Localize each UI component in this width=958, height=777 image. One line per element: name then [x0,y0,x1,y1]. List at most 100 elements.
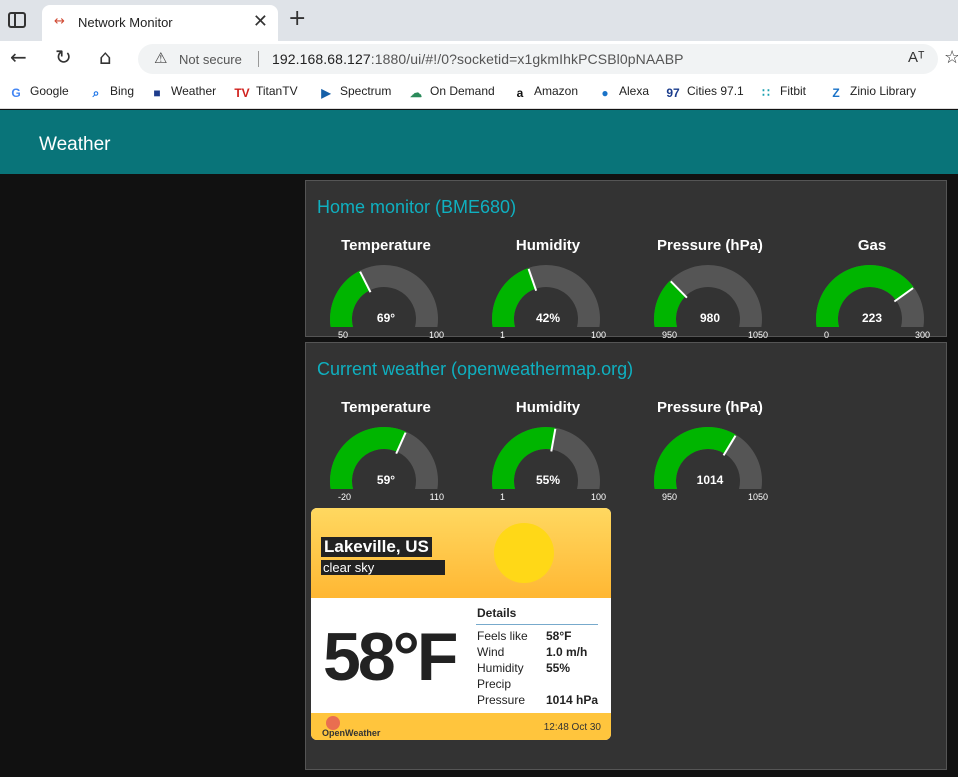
bookmark-label: Google [30,84,69,98]
location-pin-icon: ● [601,86,609,100]
weather-card-header: Lakeville, US clear sky [311,508,611,598]
weather-description: clear sky [321,560,445,575]
current-gauge-temperature: Temperature 59° -20 110 [328,399,444,502]
page-title: Weather [39,134,111,155]
gauge-min: 50 [338,330,349,340]
bookmark-5[interactable]: ☁ On Demand [408,84,495,100]
bookmark-7[interactable]: ● Alexa [597,84,649,100]
address-bar[interactable]: ⚠ Not secure 192.168.68.127:1880/ui/#!/0… [138,44,938,74]
details-heading: Details [477,606,517,620]
current-temperature: 58°F [323,619,458,695]
gauge-label: Pressure (hPa) [657,399,763,416]
home-monitor-group: Home monitor (BME680) Temperature 69° 50 10… [305,180,947,340]
zinio-icon: Z [832,86,840,100]
fitbit-icon: ∷ [762,86,770,100]
bookmark-4[interactable]: ▶ Spectrum [318,84,391,100]
gauge-max: 1050 [747,330,768,340]
bookmark-label: Spectrum [340,84,392,98]
browser-toolbar: ← ↻ ⌂ ⚠ Not secure 192.168.68.127:1880/u… [0,41,958,77]
address-divider [258,51,259,67]
gauge-value: 55% [535,473,561,487]
detail-label: Humidity [477,661,524,675]
bookmarks-bar: G Google ⌕ Bing ■ Weather TV TitanTV ▶ Spectrum ☁ O… [0,77,958,109]
home-gauge-temperature: Temperature 69° 50 100 [328,237,444,340]
play-icon: ▶ [321,86,331,100]
bookmark-label: Weather [171,84,217,98]
gauge-value: 223 [861,311,883,325]
search-icon: ⌕ [92,86,100,100]
group-title-home: Home monitor (BME680) [317,197,517,217]
warning-icon[interactable]: ⚠ [154,49,167,67]
new-tab-icon[interactable]: + [288,6,306,31]
update-timestamp: 12:48 Oct 30 [543,722,601,733]
not-secure-label[interactable]: Not secure [179,52,242,67]
node-red-icon: ↔ [54,14,65,29]
bookmark-9[interactable]: ∷ Fitbit [758,84,806,100]
bookmark-label: Bing [110,84,135,98]
radio-icon: 97 [666,86,680,100]
gauge-label: Pressure (hPa) [657,237,763,254]
weather-channel-icon: ■ [153,86,161,100]
details-divider [476,624,598,625]
bookmark-2[interactable]: ■ Weather [149,84,216,100]
bookmark-label: On Demand [430,84,495,98]
tv-icon: TV [234,86,250,100]
gauge-max: 1050 [747,492,768,502]
gauge-max: 100 [590,330,606,340]
gauge-label: Temperature [341,399,431,416]
gauge-min: 950 [662,492,678,502]
bookmark-1[interactable]: ⌕ Bing [88,84,134,100]
google-icon: G [11,86,21,100]
home-gauge-gas: Gas 223 0 300 [814,237,930,340]
home-gauge-pressure-hpa: Pressure (hPa) 980 950 1050 [652,237,768,340]
detail-label: Pressure [477,693,526,707]
home-icon[interactable]: ⌂ [99,45,112,69]
bookmark-label: Fitbit [780,84,807,98]
weather-card: Lakeville, US clear sky 58°F Details Fee… [311,508,611,740]
gauge-value: 59° [376,473,396,487]
refresh-icon[interactable]: ↻ [55,45,72,69]
current-gauge-pressure-hpa: Pressure (hPa) 1014 950 1050 [652,399,768,502]
bookmark-label: TitanTV [256,84,298,98]
gauge-label: Humidity [515,399,581,416]
detail-value: 1.0 m/h [546,645,588,659]
read-aloud-icon[interactable]: Aᵀ [908,49,925,66]
detail-label: Precip [477,677,512,691]
gauge-label: Humidity [515,237,581,254]
browser-tab-strip: ↔ Network Monitor ✕ + [0,0,958,41]
gauge-min: 950 [662,330,678,340]
bookmark-label: Zinio Library [850,84,917,98]
amazon-icon: a [516,86,524,100]
bookmark-3[interactable]: TV TitanTV [234,84,298,100]
gauge-label: Temperature [341,237,431,254]
gauge-min: 1 [500,330,506,340]
bookmark-10[interactable]: Z Zinio Library [828,84,916,100]
bookmark-0[interactable]: G Google [8,84,69,100]
tab-actions-icon[interactable] [8,12,26,28]
url-text[interactable]: 192.168.68.127:1880/ui/#!/0?socketid=x1g… [272,51,684,67]
gauge-label: Gas [857,237,887,254]
url-path: :1880/ui/#!/0?socketid=x1gkmIhkPCSBl0pNA… [370,51,684,67]
tab-network-monitor[interactable]: ↔ Network Monitor ✕ [42,5,278,41]
detail-label: Feels like [477,629,528,643]
gauge-value: 69° [376,311,396,325]
detail-label: Wind [477,645,505,659]
tab-title: Network Monitor [78,15,173,30]
gauge-max: 300 [914,330,930,340]
gauge-max: 100 [590,492,606,502]
bookmark-label: Amazon [534,84,579,98]
bookmark-label: Cities 97.1 [687,84,744,98]
favorite-star-icon[interactable]: ☆ [944,47,958,68]
detail-value: 58°F [546,629,572,643]
gauge-min: 0 [824,330,830,340]
gauge-value: 42% [535,311,561,325]
back-icon[interactable]: ← [10,45,27,69]
on-demand-icon: ☁ [410,86,422,100]
dashboard-header: Weather [0,110,958,174]
close-icon[interactable]: ✕ [253,11,268,32]
gauge-max: 100 [428,330,444,340]
bookmark-label: Alexa [619,84,650,98]
gauge-min: 1 [500,492,506,502]
bookmark-8[interactable]: 97 Cities 97.1 [665,84,744,100]
bookmark-6[interactable]: a Amazon [512,84,578,100]
